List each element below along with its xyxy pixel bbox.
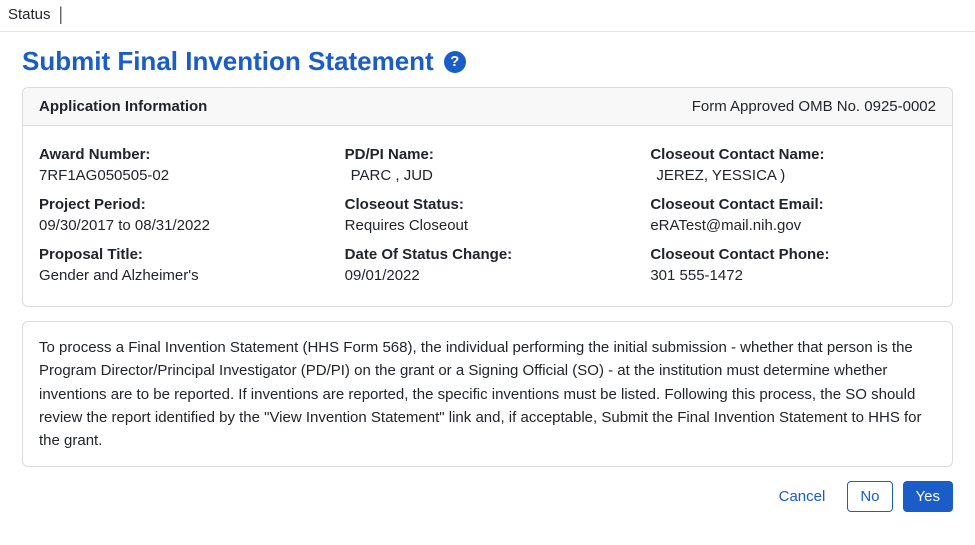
card-header-title: Application Information	[39, 98, 207, 115]
closeout-status-value: Requires Closeout	[345, 217, 631, 234]
no-button[interactable]: No	[847, 481, 892, 512]
pdpi-name-value: PARC , JUD	[345, 167, 631, 184]
project-period-value: 09/30/2017 to 08/31/2022	[39, 217, 325, 234]
breadcrumb: Status |	[0, 0, 975, 32]
closeout-contact-phone-value: 301 555-1472	[650, 267, 936, 284]
closeout-contact-email-value: eRATest@mail.nih.gov	[650, 217, 936, 234]
application-information-card: Application Information Form Approved OM…	[22, 87, 953, 307]
date-status-change-label: Date Of Status Change:	[345, 246, 631, 263]
closeout-contact-name-label: Closeout Contact Name:	[650, 146, 936, 163]
form-approved-text: Form Approved OMB No. 0925-0002	[692, 98, 936, 115]
pdpi-name-label: PD/PI Name:	[345, 146, 631, 163]
proposal-title-value: Gender and Alzheimer's	[39, 267, 325, 284]
date-status-change-value: 09/01/2022	[345, 267, 631, 284]
application-info-grid: Award Number: 7RF1AG050505-02 Project Pe…	[23, 126, 952, 306]
info-column-1: Award Number: 7RF1AG050505-02 Project Pe…	[39, 146, 325, 286]
page-title: Submit Final Invention Statement	[22, 46, 434, 77]
instructions-panel: To process a Final Invention Statement (…	[22, 321, 953, 467]
info-column-3: Closeout Contact Name: JEREZ, YESSICA ) …	[650, 146, 936, 286]
closeout-contact-email-label: Closeout Contact Email:	[650, 196, 936, 213]
breadcrumb-current[interactable]: Status	[8, 6, 51, 23]
help-icon[interactable]: ?	[444, 51, 466, 73]
breadcrumb-separator-icon: |	[58, 4, 63, 24]
closeout-contact-phone-label: Closeout Contact Phone:	[650, 246, 936, 263]
project-period-label: Project Period:	[39, 196, 325, 213]
closeout-contact-name-value: JEREZ, YESSICA )	[650, 167, 936, 184]
info-column-2: PD/PI Name: PARC , JUD Closeout Status: …	[345, 146, 631, 286]
award-number-value: 7RF1AG050505-02	[39, 167, 325, 184]
actions-row: Cancel No Yes	[0, 481, 975, 526]
page-title-row: Submit Final Invention Statement ?	[0, 32, 975, 87]
yes-button[interactable]: Yes	[903, 481, 953, 512]
card-header: Application Information Form Approved OM…	[23, 88, 952, 126]
closeout-status-label: Closeout Status:	[345, 196, 631, 213]
cancel-button[interactable]: Cancel	[767, 482, 838, 511]
award-number-label: Award Number:	[39, 146, 325, 163]
instructions-text: To process a Final Invention Statement (…	[39, 339, 922, 449]
proposal-title-label: Proposal Title:	[39, 246, 325, 263]
